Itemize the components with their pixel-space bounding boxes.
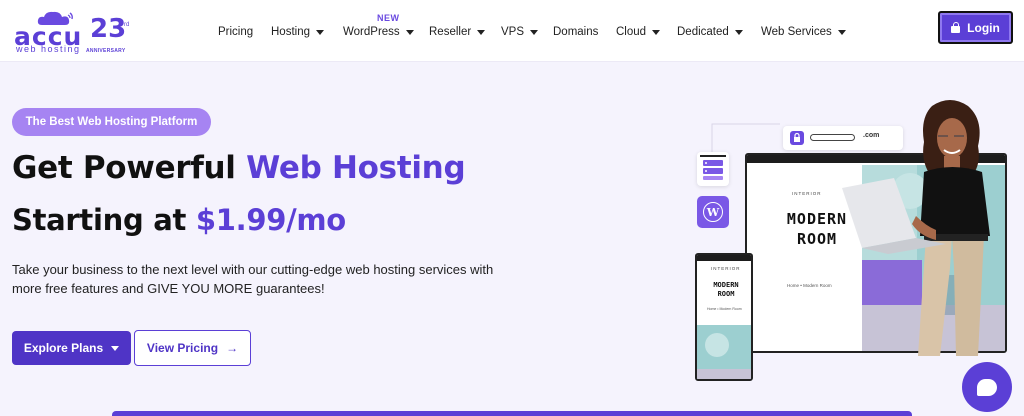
nav-label: Dedicated [677,26,729,38]
view-pricing-button[interactable]: View Pricing → [134,330,251,366]
logo-subtitle: web hosting [16,44,81,54]
hero-description: Take your business to the next level wit… [12,262,494,296]
hero-headline: Get Powerful Web Hosting [12,150,466,186]
nav-item-wordpress[interactable]: WordPress [343,26,414,38]
hero-badge: The Best Web Hosting Platform [12,108,211,136]
caret-down-icon [837,29,846,35]
room-breadcrumb: Home • Modern Room [787,283,832,288]
arrow-right-icon: → [226,341,239,355]
lock-icon [951,22,961,33]
nav-item-vps[interactable]: VPS [501,26,539,38]
login-label: Login [967,20,1000,35]
nav-label: Hosting [271,26,310,38]
lock-icon [790,131,804,145]
caret-down-icon [734,29,743,35]
room-scene-image-small [697,325,751,379]
browser-mockup-small: INTERIOR MODERN ROOM Home • Modern Room [695,253,753,381]
hero-illustration: .com W INTERIOR MODERN ROOM Home • Moder… [690,96,1024,396]
nav-item-domains[interactable]: Domains [553,26,598,38]
nav-item-web-services[interactable]: Web Services [761,26,846,38]
login-button[interactable]: Login [938,11,1013,44]
anniversary-number: 23 [90,14,127,44]
headline-prefix: Get Powerful [12,150,247,186]
subheadline-price: $1.99/mo [195,203,346,237]
nav-item-dedicated[interactable]: Dedicated [677,26,743,38]
anniversary-label: ANNIVERSARY [86,48,126,54]
view-pricing-label: View Pricing [146,341,219,355]
caret-down-icon [530,29,539,35]
caret-down-icon [477,29,486,35]
wordpress-new-badge: NEW [377,13,400,23]
bottom-purple-strip [112,411,912,416]
person-with-laptop-image [842,100,990,356]
anniversary-suffix: rd [124,22,130,28]
nav-label: Cloud [616,26,647,38]
nav-label: VPS [501,26,525,38]
caret-down-icon [316,29,324,35]
nav-item-reseller[interactable]: Reseller [429,26,486,38]
accu-logo[interactable]: accu web hosting 23 rd ANNIVERSARY [12,8,132,54]
nav-item-cloud[interactable]: Cloud [616,26,661,38]
hero-subheadline: Starting at $1.99/mo [12,203,346,237]
nav-label: Pricing [218,26,254,38]
server-icon [697,152,729,186]
headline-accent: Web Hosting [246,150,466,186]
interior-label-small: INTERIOR [711,266,741,271]
caret-down-icon [111,345,120,351]
room-title-small: MODERN ROOM [713,281,739,298]
explore-plans-label: Explore Plans [23,341,104,355]
chat-icon [977,378,997,396]
caret-down-icon [405,29,414,35]
nav-label: Reseller [429,26,472,38]
chat-widget-button[interactable] [962,362,1012,412]
nav-item-pricing[interactable]: Pricing [218,26,253,38]
nav-label: Web Services [761,26,832,38]
interior-label: INTERIOR [792,191,822,196]
room-breadcrumb-small: Home • Modern Room [707,307,742,311]
subheadline-prefix: Starting at [12,203,196,237]
explore-plans-button[interactable]: Explore Plans [12,331,131,365]
caret-down-icon [652,29,661,35]
site-header: accu web hosting 23 rd ANNIVERSARY NEW P… [0,0,1024,62]
nav-label: WordPress [343,26,400,38]
nav-item-hosting[interactable]: Hosting [271,26,324,38]
wordpress-icon: W [697,196,729,228]
nav-label: Domains [553,26,599,38]
